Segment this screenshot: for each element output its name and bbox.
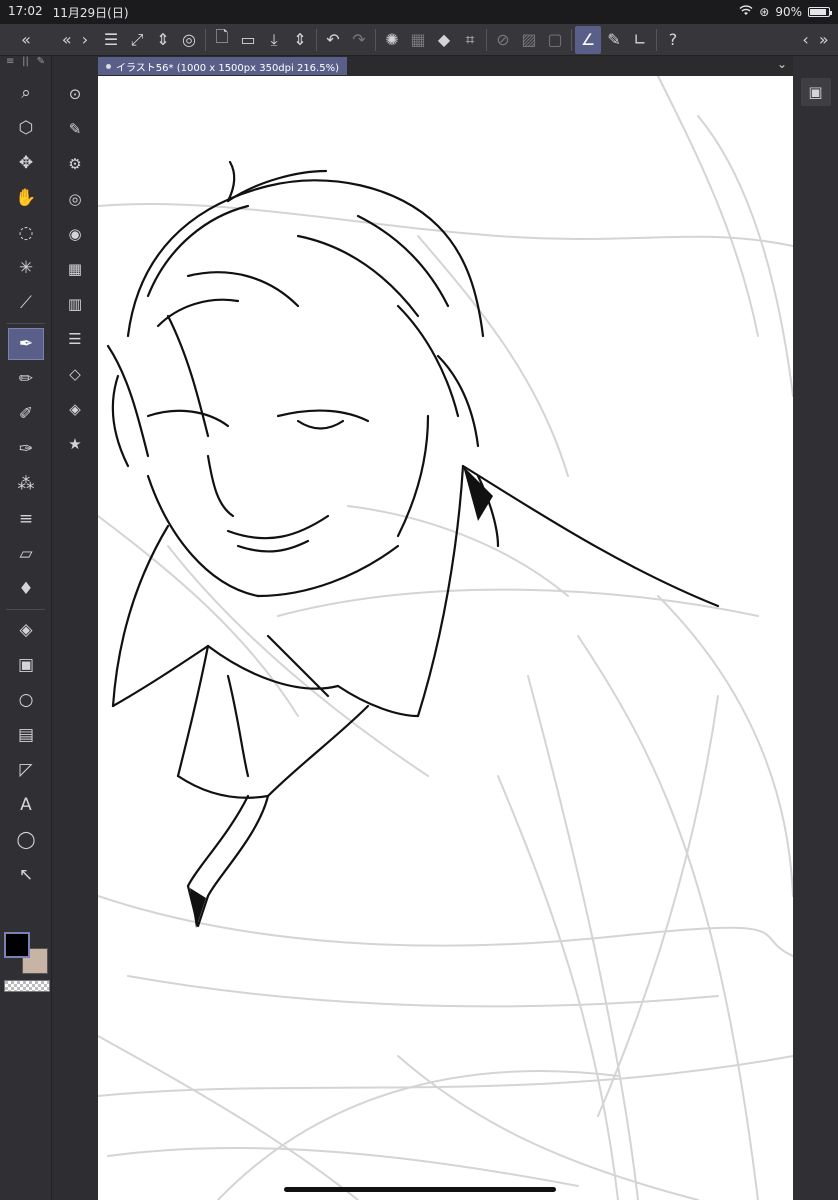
chevron-down-icon[interactable]: ⌄	[777, 57, 787, 71]
hatch-icon[interactable]: ≡	[8, 503, 44, 535]
help-icon[interactable]: ?	[660, 26, 686, 54]
lasso-icon[interactable]: ◌	[8, 217, 44, 249]
text-icon[interactable]: A	[8, 789, 44, 821]
redo-icon[interactable]: ↷	[346, 26, 372, 54]
magic-wand-icon[interactable]: ✳	[8, 252, 44, 284]
snap-off-icon[interactable]: ⊘	[490, 26, 516, 54]
menu-icon[interactable]: ☰	[98, 26, 124, 54]
zoom-icon[interactable]: ⌕	[8, 77, 44, 109]
status-bar: 17:02 11月29日(日) ⊛ 90%	[0, 0, 838, 24]
brush-pen-icon[interactable]: ✐	[8, 398, 44, 430]
operation-icon[interactable]: ↖	[8, 859, 44, 891]
right-panel: ▣	[793, 56, 838, 1200]
layer-property-icon[interactable]: ☰	[60, 324, 90, 354]
palette-drag-handle[interactable]: ||	[22, 56, 29, 74]
sketch-artwork	[98, 76, 793, 1200]
tool-palette: ≡ || ✎ ⌕ ⬡ ✥ ✋ ◌ ✳ ⟋ ✒ ✏ ✐ ✑ ⁂ ≡ ▱ ♦ ◈ ▣ ○…	[0, 56, 52, 1200]
move-icon[interactable]: ✥	[8, 147, 44, 179]
main-color-swatch[interactable]	[4, 932, 30, 958]
battery-text: 90%	[775, 5, 802, 19]
layers-icon[interactable]: ◈	[60, 394, 90, 424]
new-file-icon[interactable]: 🗋	[209, 26, 235, 54]
canvas-tab-bar: イラスト56* (1000 x 1500px 350dpi 216.5%) ⌄	[98, 56, 793, 76]
fill-icon[interactable]: ◆	[431, 26, 457, 54]
speech-balloon-icon[interactable]: ◯	[8, 824, 44, 856]
collapse-left-button[interactable]: «	[0, 26, 52, 54]
gradient-icon[interactable]: ▣	[8, 649, 44, 681]
deselect-icon[interactable]: ▦	[405, 26, 431, 54]
crop-icon[interactable]: ⌗	[457, 26, 483, 54]
color-set-icon[interactable]: ▦	[60, 254, 90, 284]
pen-indicator-icon: ✎	[36, 56, 45, 67]
angle-ruler-icon[interactable]: ∟	[627, 26, 653, 54]
top-toolbar: « « › ☰ ⤢ ⇕ ◎ 🗋 ▭ ⤓ ⇕ ↶ ↷ ✺ ▦ ◆ ⌗ ⊘ ▨ ▢ …	[0, 24, 838, 56]
expand-right-button[interactable]: ‹ »	[793, 26, 838, 54]
pen-icon[interactable]: ✒	[8, 328, 44, 360]
open-folder-icon[interactable]: ▭	[235, 26, 261, 54]
undo-icon[interactable]: ↶	[320, 26, 346, 54]
canvas-tab[interactable]: イラスト56* (1000 x 1500px 350dpi 216.5%)	[98, 57, 347, 75]
unsaved-dot-icon	[106, 63, 111, 69]
sub-tool-settings-icon[interactable]: ⚙	[60, 149, 90, 179]
color-swatches	[0, 928, 52, 998]
status-time: 17:02	[8, 3, 43, 18]
snap-ruler-icon[interactable]: ▢	[542, 26, 568, 54]
blend-icon[interactable]: ♦	[8, 573, 44, 605]
drawing-canvas[interactable]	[98, 76, 793, 1200]
hand-icon[interactable]: ✋	[8, 182, 44, 214]
updown-icon[interactable]: ⇕	[287, 26, 313, 54]
frame-icon[interactable]: ▤	[8, 719, 44, 751]
color-wheel-icon[interactable]: ◉	[60, 219, 90, 249]
spiral-icon[interactable]: ◎	[176, 26, 202, 54]
animation-panel-icon[interactable]: ▣	[800, 78, 831, 106]
wifi-icon	[739, 5, 753, 19]
select-all-icon[interactable]: ✺	[379, 26, 405, 54]
eyedropper-icon[interactable]: ⟋	[8, 287, 44, 319]
canvas-tab-label: イラスト56* (1000 x 1500px 350dpi 216.5%)	[116, 62, 339, 74]
pencil-icon[interactable]: ✏	[8, 363, 44, 395]
transparent-color-swatch[interactable]	[4, 980, 50, 992]
airbrush-icon[interactable]: ⁂	[8, 468, 44, 500]
ellipse-icon[interactable]: ○	[8, 684, 44, 716]
battery-icon	[808, 7, 832, 17]
brush-size-icon[interactable]: ◎	[60, 184, 90, 214]
sub-tool-column: ⊙ ✎ ⚙ ◎ ◉ ▦ ▥ ☰ ◇ ◈ ★	[52, 56, 98, 1200]
expand-sub-button[interactable]: « ›	[52, 26, 98, 54]
status-date: 11月29日(日)	[52, 5, 129, 20]
marker-icon[interactable]: ✑	[8, 433, 44, 465]
material-icon[interactable]: ★	[60, 429, 90, 459]
layer-search-icon[interactable]: ◇	[60, 359, 90, 389]
updown-icon[interactable]: ⇕	[150, 26, 176, 54]
move-layer-icon[interactable]: ⬡	[8, 112, 44, 144]
fill-bucket-icon[interactable]: ◈	[8, 614, 44, 646]
timeline-icon[interactable]: ▥	[60, 289, 90, 319]
snap-grid-icon[interactable]: ▨	[516, 26, 542, 54]
brush-icon[interactable]: ✎	[601, 26, 627, 54]
ruler-icon[interactable]: ◸	[8, 754, 44, 786]
orientation-lock-icon: ⊛	[759, 5, 770, 19]
home-indicator[interactable]	[284, 1187, 556, 1192]
save-icon[interactable]: ⤓	[261, 26, 287, 54]
transform-icon[interactable]: ⤢	[124, 26, 150, 54]
palette-menu-icon[interactable]: ≡	[6, 56, 14, 74]
ruler-active-icon[interactable]: ∠	[575, 25, 601, 54]
eraser-icon[interactable]: ▱	[8, 538, 44, 570]
navigator-icon[interactable]: ⊙	[60, 79, 90, 109]
sub-tool-pen-icon[interactable]: ✎	[60, 114, 90, 144]
